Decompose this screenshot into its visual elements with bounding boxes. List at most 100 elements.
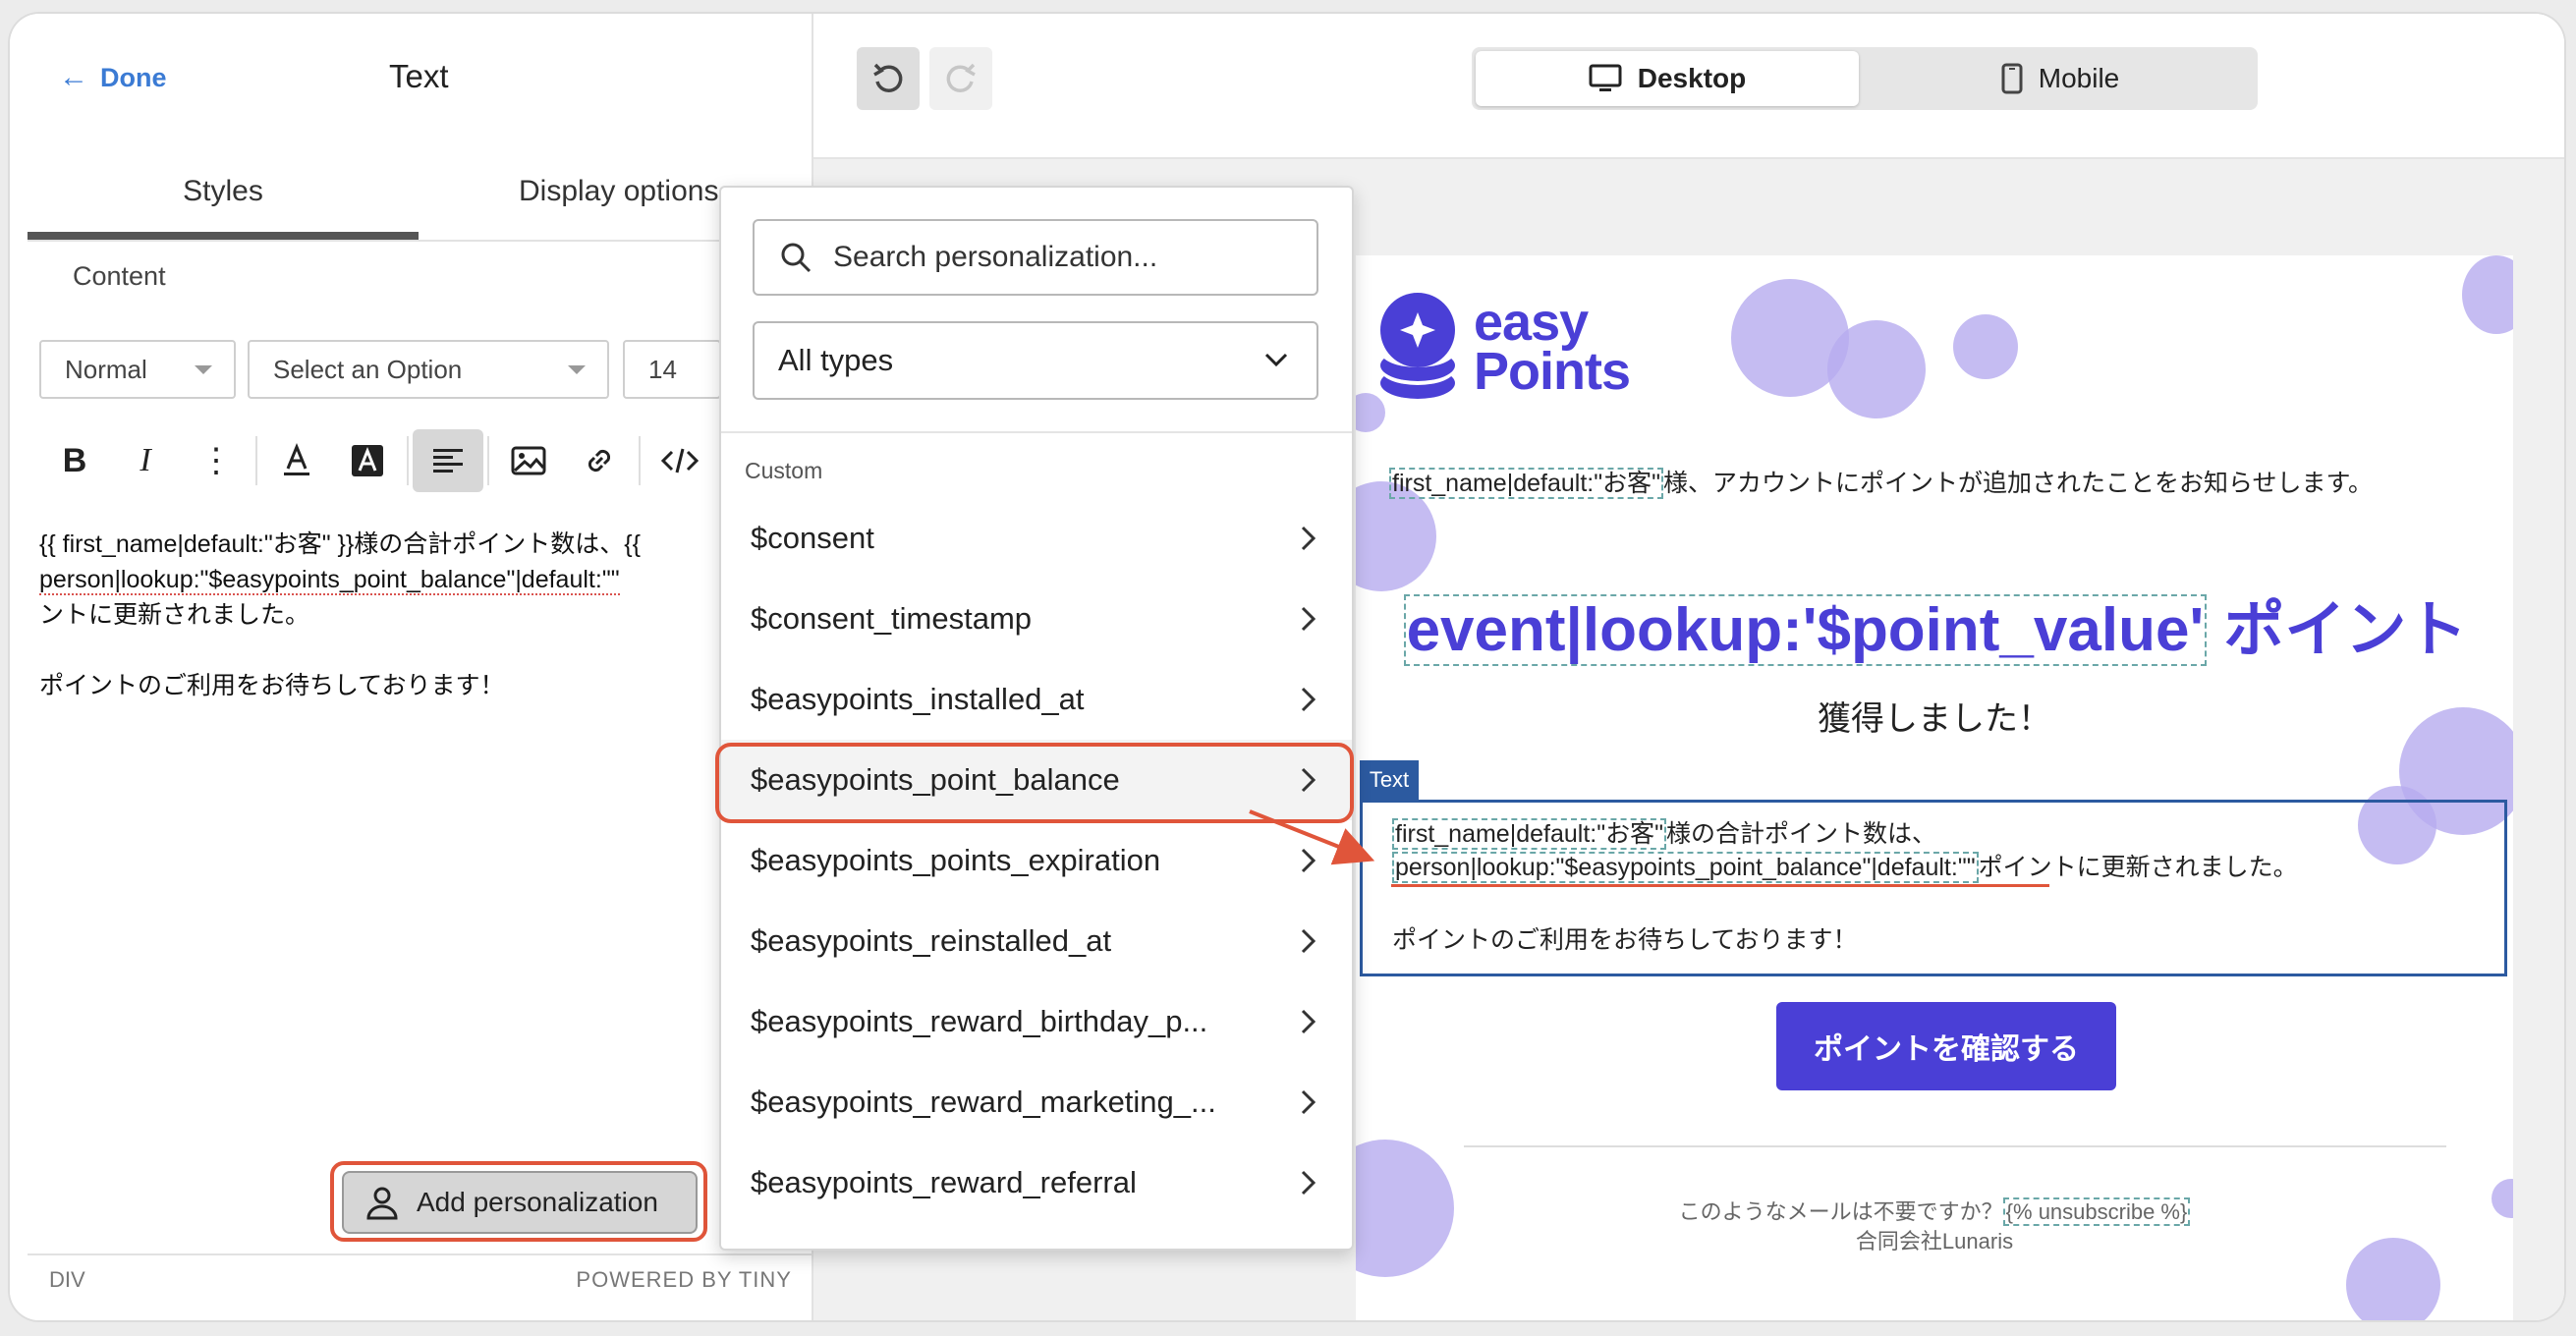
personalization-list: $consent $consent_timestamp $easypoints_…	[721, 498, 1352, 1223]
annotation-underline	[1391, 884, 2049, 887]
personalization-item[interactable]: $easypoints_reward_birthday_p...	[721, 981, 1352, 1062]
undo-icon	[873, 63, 903, 92]
caret-down-icon	[568, 365, 586, 374]
item-label: $easypoints_reward_birthday_p...	[751, 1004, 1208, 1038]
redo-icon	[946, 63, 976, 92]
company-name: 合同会社Lunaris	[1855, 1229, 2014, 1253]
device-toggle: Desktop Mobile	[1472, 47, 2258, 110]
editor-panel: ← Done Text Styles Display options Conte…	[10, 14, 813, 1320]
align-left-icon[interactable]	[413, 429, 483, 492]
add-personalization-button[interactable]: Add personalization	[342, 1171, 698, 1234]
decorative-bubble	[1953, 314, 2018, 379]
personalization-item[interactable]: $easypoints_reward_marketing_...	[721, 1062, 1352, 1142]
toolbar-divider	[639, 436, 641, 485]
item-label: $easypoints_reinstalled_at	[751, 923, 1112, 958]
item-label: $easypoints_reward_marketing_...	[751, 1085, 1216, 1119]
block-format-value: Normal	[65, 355, 147, 384]
item-label: $consent_timestamp	[751, 601, 1033, 636]
panel-tabs: Styles Display options	[28, 151, 812, 242]
popover-divider	[721, 431, 1352, 433]
chevron-right-icon	[1301, 928, 1316, 954]
desktop-icon	[1589, 64, 1622, 91]
personalization-item[interactable]: $consent_timestamp	[721, 579, 1352, 659]
footer-divider	[1464, 1145, 2446, 1147]
chevron-right-icon	[1301, 1009, 1316, 1034]
search-icon	[781, 243, 812, 273]
unsubscribe-token[interactable]: {% unsubscribe %}	[2002, 1197, 2191, 1226]
item-label: $easypoints_reward_referral	[751, 1165, 1137, 1199]
points-subheading: 獲得しました！	[1818, 700, 2051, 738]
editor-line	[39, 633, 717, 668]
type-filter-value: All types	[778, 343, 894, 377]
more-icon[interactable]: ⋮	[181, 429, 252, 492]
text-block-line-text: 様の合計ポイント数は、	[1665, 820, 1936, 848]
personalization-item[interactable]: $consent	[721, 498, 1352, 579]
item-label: $easypoints_points_expiration	[751, 843, 1161, 877]
points-heading: event|lookup:'$point_value' ポイント	[1395, 580, 2476, 668]
annotation-highlight-point-balance	[715, 743, 1354, 823]
add-personalization-label: Add personalization	[417, 1187, 658, 1217]
personalization-search[interactable]	[753, 219, 1318, 296]
type-filter-select[interactable]: All types	[753, 321, 1318, 400]
selected-block-badge: Text	[1360, 760, 1419, 800]
text-color-icon[interactable]	[261, 429, 332, 492]
bold-icon[interactable]: B	[39, 429, 110, 492]
personalization-item[interactable]: $easypoints_points_expiration	[721, 820, 1352, 901]
chevron-right-icon	[1301, 606, 1316, 632]
background-color-icon[interactable]	[332, 429, 403, 492]
text-block-line-text: ポイントに更新されました。	[1978, 854, 2298, 881]
tab-display-options[interactable]: Display options	[519, 175, 718, 208]
email-preview: easy Points first_name|default:"お客" 様、アカウ…	[1356, 255, 2513, 1320]
option-select[interactable]: Select an Option	[248, 340, 609, 399]
tab-styles[interactable]: Styles	[28, 175, 419, 208]
active-tab-indicator	[28, 232, 419, 240]
item-label: $consent	[751, 521, 874, 555]
chevron-down-icon	[1264, 353, 1288, 367]
editor-toolbar: B I ⋮	[39, 426, 715, 495]
image-icon[interactable]	[493, 429, 564, 492]
editor-line: {{ first_name|default:"お客" }}様の合計ポイント数は、…	[39, 530, 641, 558]
mobile-view-button[interactable]: Mobile	[1869, 51, 2252, 106]
done-button[interactable]: ← Done	[59, 61, 167, 94]
personalization-item[interactable]: $easypoints_reinstalled_at	[721, 901, 1352, 981]
block-format-select[interactable]: Normal	[39, 340, 236, 399]
mobile-icon	[2001, 63, 2023, 94]
desktop-view-button[interactable]: Desktop	[1476, 51, 1859, 106]
link-icon[interactable]	[564, 429, 635, 492]
personalization-item[interactable]: $easypoints_reward_referral	[721, 1142, 1352, 1223]
undo-button[interactable]	[857, 47, 920, 110]
personalization-popover: All types Custom $consent $consent_times…	[719, 186, 1354, 1251]
panel-title: Text	[389, 58, 449, 94]
editor-line-text: person|lookup:"$easypoints_point_balance…	[39, 566, 620, 595]
chevron-right-icon	[1301, 526, 1316, 551]
code-icon[interactable]	[644, 429, 715, 492]
text-block-line: first_name|default:"お客" 様の合計ポイント数は、	[1392, 814, 1936, 850]
font-size-select[interactable]: 14	[623, 340, 721, 399]
toolbar-divider	[255, 436, 257, 485]
toolbar-divider	[487, 436, 489, 485]
personalization-item[interactable]: $easypoints_installed_at	[721, 659, 1352, 740]
search-input[interactable]	[831, 240, 1307, 275]
coin-stack-icon	[1380, 293, 1455, 399]
rich-text-editor[interactable]: {{ first_name|default:"お客" }}様の合計ポイント数は、…	[39, 527, 717, 703]
editor-line: person|lookup:"$easypoints_point_balance…	[39, 562, 717, 597]
decorative-bubble	[1827, 320, 1926, 418]
font-size-value: 14	[648, 355, 677, 384]
redo-button[interactable]	[929, 47, 992, 110]
italic-icon[interactable]: I	[110, 429, 181, 492]
template-token: first_name|default:"お客"	[1392, 818, 1666, 850]
toolbar-divider	[407, 436, 409, 485]
powered-by-label[interactable]: POWERED BY TINY	[576, 1267, 792, 1293]
text-block-line: ポイントのご利用をお待ちしております！	[1392, 926, 1858, 954]
app-window: ← Done Text Styles Display options Conte…	[10, 14, 2564, 1320]
section-label-custom: Custom	[745, 458, 823, 483]
user-icon	[366, 1187, 398, 1220]
preview-toolbar: Desktop Mobile	[813, 14, 2564, 159]
option-select-placeholder: Select an Option	[273, 355, 463, 384]
selected-text-block[interactable]: first_name|default:"お客" 様の合計ポイント数は、 perso…	[1360, 800, 2507, 976]
chevron-right-icon	[1301, 848, 1316, 873]
text-block-line: person|lookup:"$easypoints_point_balance…	[1392, 848, 2298, 883]
template-token: first_name|default:"お客"	[1389, 468, 1663, 499]
editor-line: ポイントのご利用をお待ちしております！	[39, 672, 505, 699]
check-points-button[interactable]: ポイントを確認する	[1776, 1002, 2116, 1090]
